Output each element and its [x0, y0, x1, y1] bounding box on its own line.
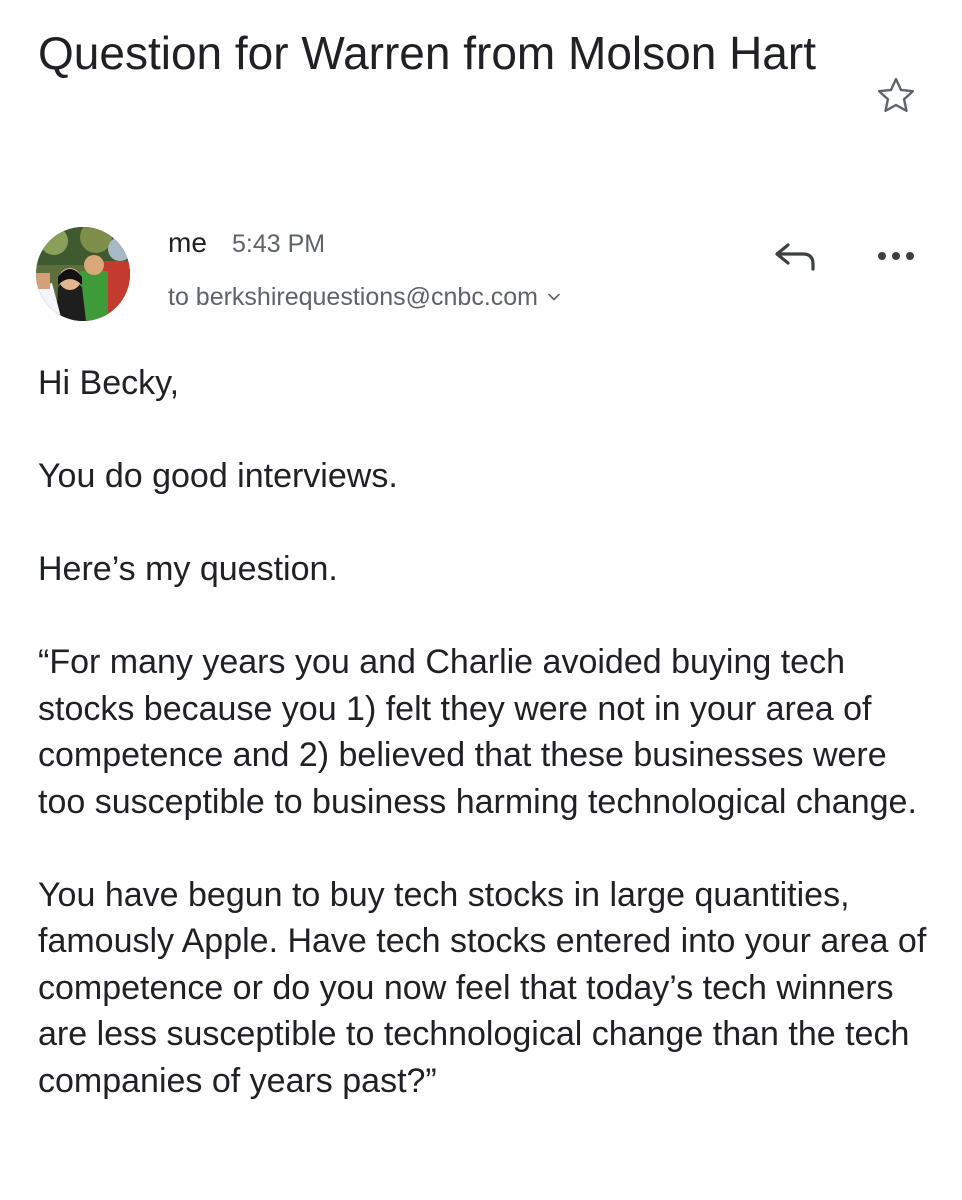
- body-paragraph: Here’s my question.: [38, 550, 338, 588]
- greeting: Hi Becky,: [38, 364, 180, 402]
- email-subject: Question for Warren from Molson Hart: [38, 27, 816, 79]
- reply-arrow-icon: [775, 243, 815, 271]
- chevron-down-icon: [548, 293, 560, 301]
- star-button[interactable]: [872, 72, 920, 120]
- body-paragraph: You do good interviews.: [38, 457, 398, 495]
- star-outline-icon: [877, 77, 915, 113]
- body-paragraph: “For many years you and Charlie avoided …: [38, 643, 917, 821]
- avatar-photo: [36, 227, 130, 321]
- recipient-details-toggle[interactable]: to berkshirequestions@cnbc.com: [168, 282, 562, 312]
- recipient-text: to berkshirequestions@cnbc.com: [168, 283, 538, 311]
- more-options-button[interactable]: [868, 236, 924, 276]
- reply-button[interactable]: [768, 234, 824, 278]
- sent-time: 5:43 PM: [232, 230, 326, 258]
- more-horizontal-icon: [878, 252, 914, 260]
- sender-name: me: [168, 227, 207, 258]
- sender-avatar[interactable]: [36, 227, 130, 321]
- body-paragraph: You have begun to buy tech stocks in lar…: [38, 875, 927, 1100]
- email-body: Hi Becky, You do good interviews. Here’s…: [38, 360, 938, 1151]
